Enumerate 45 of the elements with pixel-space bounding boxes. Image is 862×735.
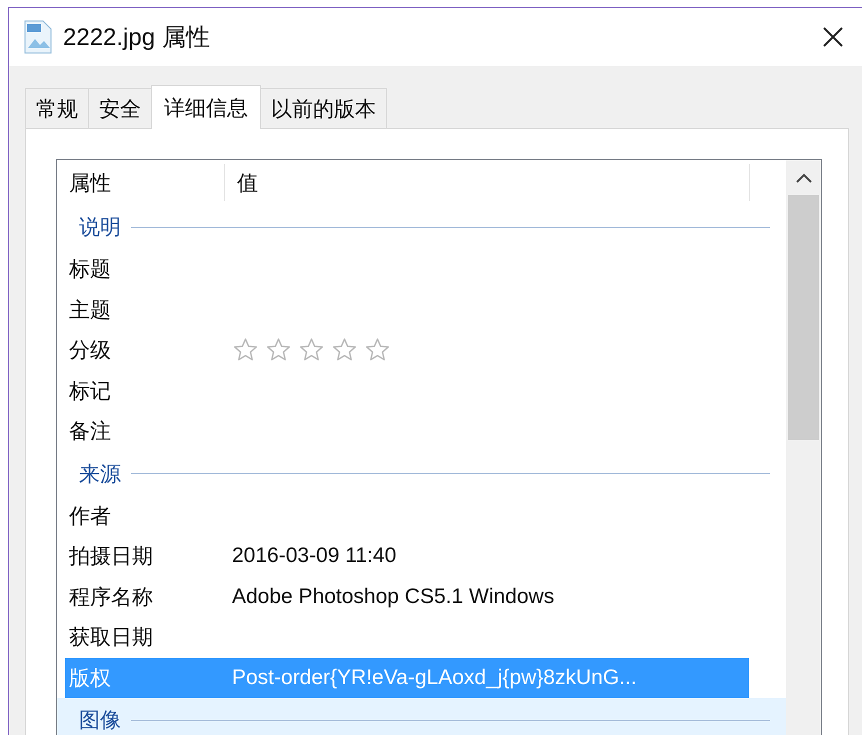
property-row[interactable]: 标记 xyxy=(65,370,749,411)
scroll-up-icon[interactable] xyxy=(796,172,812,182)
property-row[interactable]: 程序名称 Adobe Photoshop CS5.1 Windows xyxy=(65,576,749,617)
property-row[interactable]: 主题 xyxy=(65,290,749,330)
star-rating[interactable] xyxy=(232,337,391,364)
group-header[interactable]: 来源 xyxy=(57,452,786,496)
tab[interactable]: 以前的版本 xyxy=(260,88,387,128)
group-label: 说明 xyxy=(79,215,121,241)
property-row[interactable]: 获取日期 xyxy=(65,617,749,658)
property-row[interactable]: 作者 xyxy=(65,496,749,536)
property-row[interactable]: 分级 xyxy=(65,330,749,370)
scrollbar[interactable] xyxy=(786,160,821,735)
image-file-icon xyxy=(23,20,53,54)
close-icon[interactable] xyxy=(822,26,844,48)
property-value: Adobe Photoshop CS5.1 Windows xyxy=(232,584,554,609)
scrollbar-thumb[interactable] xyxy=(788,195,819,440)
tab[interactable]: 详细信息 xyxy=(151,85,261,129)
property-name: 程序名称 xyxy=(68,584,154,611)
group-label: 图像 xyxy=(79,708,121,734)
tab[interactable]: 常规 xyxy=(25,88,89,128)
property-name: 备注 xyxy=(68,419,112,446)
star-icon[interactable] xyxy=(331,337,358,364)
property-name: 分级 xyxy=(68,338,112,364)
window-title: 2222.jpg 属性 xyxy=(63,23,211,53)
group-header[interactable]: 说明 xyxy=(57,205,786,249)
property-name: 主题 xyxy=(68,298,112,324)
property-row[interactable]: 标题 xyxy=(65,249,749,290)
star-icon[interactable] xyxy=(232,337,259,364)
property-name: 获取日期 xyxy=(68,625,154,652)
star-icon[interactable] xyxy=(364,337,391,364)
star-icon[interactable] xyxy=(298,337,325,364)
property-row[interactable]: 备注 xyxy=(65,411,749,452)
property-name: 版权 xyxy=(68,666,112,692)
property-name: 标题 xyxy=(68,257,112,284)
property-name: 标记 xyxy=(68,378,112,405)
group-header[interactable]: 图像 xyxy=(57,698,786,735)
column-header[interactable]: 属性 xyxy=(57,164,225,201)
star-icon[interactable] xyxy=(265,337,292,364)
column-header[interactable]: 值 xyxy=(225,164,750,201)
property-value: 2016-03-09 11:40 xyxy=(232,544,396,568)
property-name: 拍摄日期 xyxy=(68,544,154,570)
property-value: Post-order{YR!eVa-gLAoxd_j{pw}8zkUnG... xyxy=(232,666,637,690)
property-name: 作者 xyxy=(68,504,112,530)
property-row[interactable]: 拍摄日期 2016-03-09 11:40 xyxy=(65,536,749,576)
group-label: 来源 xyxy=(79,462,121,488)
